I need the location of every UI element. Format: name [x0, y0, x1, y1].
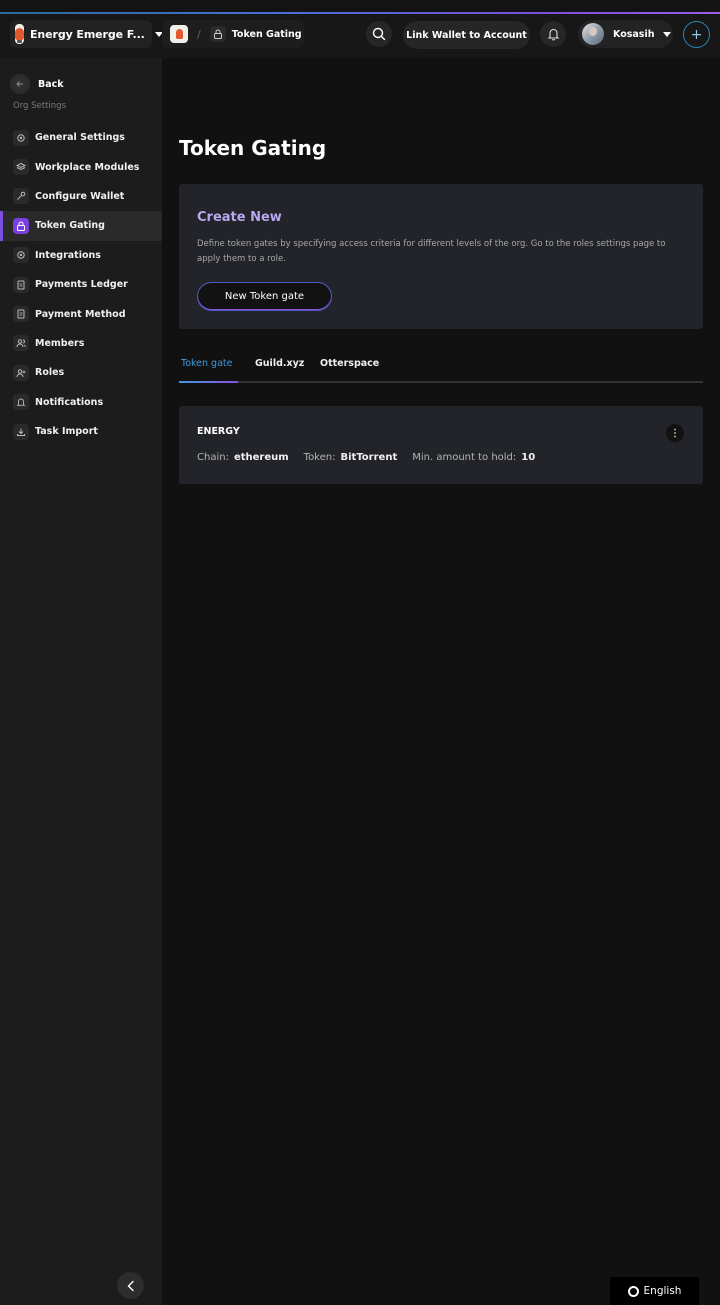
token-gate-tabs: Token gate Guild.xyz Otterspace	[179, 354, 703, 384]
new-token-gate-button[interactable]: New Token gate	[197, 282, 332, 311]
sidebar-item-label: Payment Method	[35, 308, 126, 320]
create-new-description: Define token gates by specifying access …	[197, 239, 666, 264]
sidebar-item-configure-wallet[interactable]: Configure Wallet	[0, 182, 162, 211]
min-amount-value: 10	[521, 452, 536, 463]
key-icon	[13, 188, 29, 205]
sidebar-item-label: Members	[35, 337, 85, 349]
settings-nav: General Settings Workplace Modules Confi…	[0, 123, 162, 446]
import-icon	[13, 423, 29, 440]
user-menu-button[interactable]: Kosasih	[578, 20, 673, 48]
breadcrumb-separator: /	[197, 27, 201, 41]
min-amount-label: Min. amount to hold:	[412, 452, 517, 463]
arrow-left-icon	[10, 74, 30, 94]
active-tab-indicator	[179, 381, 238, 383]
sidebar-item-label: Roles	[35, 367, 65, 379]
language-icon	[627, 1285, 639, 1297]
sidebar-item-token-gating[interactable]: Token Gating	[0, 211, 162, 241]
collapse-sidebar-button[interactable]	[117, 1272, 144, 1299]
main-content: Token Gating Create New Define token gat…	[162, 58, 720, 1305]
sidebar-item-label: Configure Wallet	[35, 190, 125, 202]
page-title: Token Gating	[179, 136, 327, 160]
sidebar-item-roles[interactable]: Roles	[0, 358, 162, 387]
chevron-left-icon	[127, 1280, 134, 1291]
tab-divider	[179, 381, 703, 383]
sidebar-item-label: Workplace Modules	[35, 161, 140, 173]
org-switcher[interactable]: Energy Emerge F...	[10, 20, 163, 48]
more-options-button[interactable]	[666, 424, 684, 442]
create-button[interactable]: +	[683, 21, 710, 48]
org-logo	[15, 24, 24, 44]
search-icon	[372, 27, 386, 41]
chain-label: Chain:	[197, 452, 229, 463]
sidebar-item-notifications[interactable]: Notifications	[0, 388, 162, 417]
breadcrumb-org-logo[interactable]	[170, 25, 188, 43]
back-label: Back	[38, 78, 64, 90]
sidebar-item-workplace-modules[interactable]: Workplace Modules	[0, 152, 162, 181]
tab-token-gate[interactable]: Token gate	[181, 358, 232, 369]
gear-icon	[13, 247, 29, 264]
sidebar-item-members[interactable]: Members	[0, 329, 162, 358]
lock-icon	[209, 26, 226, 42]
search-button[interactable]	[366, 21, 392, 47]
sidebar-item-label: Payments Ledger	[35, 279, 128, 291]
token-gate-name: ENERGY	[197, 426, 240, 437]
tab-otterspace[interactable]: Otterspace	[320, 358, 379, 369]
gear-icon	[13, 129, 29, 146]
plus-icon: +	[690, 26, 703, 43]
sidebar-item-label: Integrations	[35, 249, 101, 261]
tab-guild-xyz[interactable]: Guild.xyz	[255, 358, 304, 369]
settings-sidebar: Back Org Settings General Settings Workp…	[0, 58, 162, 1305]
layers-icon	[13, 159, 29, 176]
top-accent-bar	[0, 0, 720, 14]
link-wallet-button[interactable]: Link Wallet to Account	[403, 21, 530, 49]
user-plus-icon	[13, 364, 29, 381]
create-new-title: Create New	[197, 210, 282, 225]
breadcrumb-current[interactable]: Token Gating	[232, 29, 302, 40]
sidebar-item-label: Notifications	[35, 396, 104, 408]
sidebar-item-integrations[interactable]: Integrations	[0, 241, 162, 270]
token-value: BitTorrent	[340, 452, 398, 463]
sidebar-item-label: General Settings	[35, 132, 125, 144]
sidebar-item-label: Token Gating	[35, 220, 105, 232]
token-gate-details: Chain: ethereum Token: BitTorrent Min. a…	[197, 452, 550, 463]
avatar	[582, 23, 604, 45]
sidebar-item-general-settings[interactable]: General Settings	[0, 123, 162, 152]
lock-icon	[13, 217, 29, 234]
chain-value: ethereum	[233, 452, 289, 463]
token-gate-card: ENERGY Chain: ethereum Token: BitTorrent…	[179, 406, 703, 484]
breadcrumb: / Token Gating	[162, 20, 304, 48]
document-icon	[13, 306, 29, 323]
bell-icon	[547, 28, 559, 41]
language-selector[interactable]: English	[610, 1277, 699, 1305]
document-icon	[13, 276, 29, 293]
language-label: English	[643, 1285, 682, 1297]
bell-icon	[13, 394, 29, 411]
org-name: Energy Emerge F...	[30, 27, 145, 41]
sidebar-item-payments-ledger[interactable]: Payments Ledger	[0, 270, 162, 299]
token-label: Token:	[303, 452, 336, 463]
user-name: Kosasih	[613, 28, 655, 40]
back-button[interactable]: Back	[10, 74, 64, 94]
chevron-down-icon	[663, 31, 672, 37]
kebab-menu-icon	[674, 428, 676, 438]
users-icon	[13, 335, 29, 352]
top-header: Energy Emerge F... / Token Gating Link W…	[0, 14, 720, 58]
sidebar-item-label: Task Import	[35, 426, 98, 438]
create-new-card: Create New Define token gates by specify…	[179, 184, 703, 329]
section-title: Org Settings	[13, 101, 66, 111]
sidebar-item-task-import[interactable]: Task Import	[0, 417, 162, 446]
sidebar-item-payment-method[interactable]: Payment Method	[0, 299, 162, 328]
notifications-button[interactable]	[540, 21, 566, 47]
